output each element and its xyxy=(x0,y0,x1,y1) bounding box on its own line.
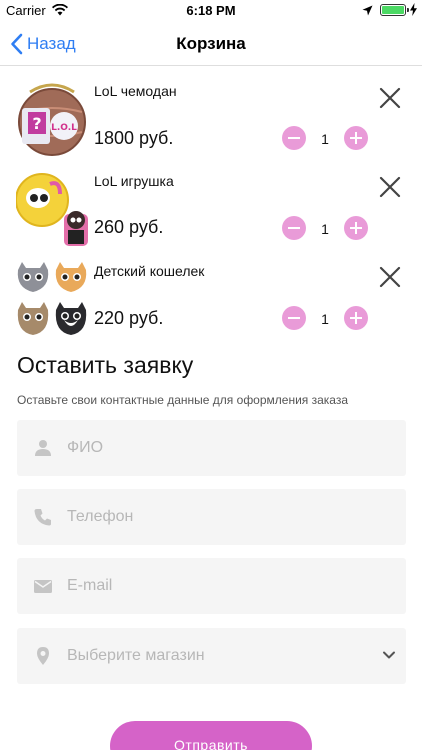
submit-button[interactable]: Отправить xyxy=(110,721,312,750)
phone-icon xyxy=(34,509,51,526)
increase-quantity-button[interactable] xyxy=(344,306,368,330)
email-field xyxy=(17,558,406,614)
phone-field xyxy=(17,489,406,545)
form-subtitle: Оставьте свои контактные данные для офор… xyxy=(17,393,349,407)
item-price: 260 руб. xyxy=(94,217,164,237)
name-field xyxy=(17,420,406,476)
decrease-quantity-button[interactable] xyxy=(282,306,306,330)
navigation-bar: Назад Корзина xyxy=(0,22,422,66)
plus-icon xyxy=(350,222,362,234)
minus-icon xyxy=(288,137,300,139)
chevron-down-icon xyxy=(383,651,395,659)
person-icon xyxy=(35,440,51,456)
cart-item: LoL игрушка 260 руб. 1 xyxy=(0,170,422,260)
name-input[interactable] xyxy=(67,420,387,476)
clock: 6:18 PM xyxy=(186,3,236,18)
item-price: 1800 руб. xyxy=(94,128,174,148)
item-name: Детский кошелек xyxy=(94,263,205,279)
battery-icon xyxy=(380,4,409,16)
minus-icon xyxy=(288,317,300,319)
item-name: LoL чемодан xyxy=(94,83,177,99)
form-title: Оставить заявку xyxy=(17,352,194,378)
plus-icon xyxy=(350,132,362,144)
lol-doll-toy-image[interactable] xyxy=(15,170,88,248)
remove-item-button[interactable] xyxy=(378,265,402,289)
cart-item: ? L.O.L LoL чемодан 1800 руб. 1 xyxy=(0,80,422,170)
increase-quantity-button[interactable] xyxy=(344,216,368,240)
store-select[interactable]: Выберите магазин xyxy=(17,628,406,684)
plus-icon xyxy=(350,312,362,324)
quantity-value: 1 xyxy=(321,131,329,147)
email-input[interactable] xyxy=(67,558,387,614)
svg-text:?: ? xyxy=(32,114,41,133)
battery-level-fill xyxy=(382,6,404,14)
item-price: 220 руб. xyxy=(94,308,164,328)
increase-quantity-button[interactable] xyxy=(344,126,368,150)
cart-item: Детский кошелек 220 руб. 1 xyxy=(0,260,422,350)
location-pin-icon xyxy=(37,647,49,665)
charging-bolt-icon xyxy=(410,3,417,16)
phone-input[interactable] xyxy=(67,489,387,545)
cat-wallets-image[interactable] xyxy=(16,260,88,338)
remove-item-button[interactable] xyxy=(378,175,402,199)
store-select-placeholder: Выберите магазин xyxy=(67,647,205,664)
envelope-icon xyxy=(34,580,52,593)
quantity-value: 1 xyxy=(321,221,329,237)
decrease-quantity-button[interactable] xyxy=(282,126,306,150)
quantity-value: 1 xyxy=(321,311,329,327)
page-title: Корзина xyxy=(176,34,246,53)
remove-item-button[interactable] xyxy=(378,86,402,110)
minus-icon xyxy=(288,227,300,229)
status-bar: Carrier 6:18 PM xyxy=(0,0,422,22)
item-name: LoL игрушка xyxy=(94,173,174,189)
svg-text:L.O.L: L.O.L xyxy=(51,123,77,133)
decrease-quantity-button[interactable] xyxy=(282,216,306,240)
lol-surprise-ball-image[interactable]: ? L.O.L xyxy=(16,82,88,160)
location-arrow-icon xyxy=(362,5,373,16)
